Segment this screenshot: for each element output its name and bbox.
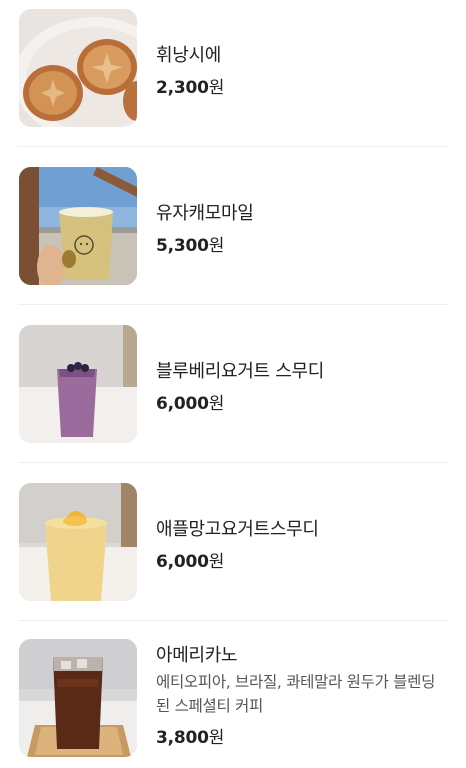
menu-item-price: 3,800원 <box>156 723 224 748</box>
price-unit: 원 <box>208 236 225 256</box>
menu-item-blueberry-smoothie[interactable]: 블루베리요거트 스무디 6,000원 <box>0 316 466 474</box>
menu-item-price: 2,300원 <box>156 73 224 98</box>
menu-item-mango-smoothie[interactable]: 애플망고요거트스무디 6,000원 <box>0 474 466 632</box>
mango-smoothie-photo <box>19 483 137 601</box>
menu-item-description: 에티오피아, 브라질, 콰테말라 원두가 블렌딩된 스페셜티 커피 <box>156 673 436 715</box>
menu-item-financier[interactable]: 휘낭시에 2,300원 <box>0 0 466 158</box>
menu-item-image <box>19 325 137 443</box>
price-unit: 원 <box>208 552 225 572</box>
menu-item-name: 유자캐모마일 <box>156 203 254 224</box>
yuzu-chamomile-photo <box>19 167 137 285</box>
price-unit: 원 <box>208 394 225 414</box>
menu-item-price: 5,300원 <box>156 231 224 256</box>
menu-item-name: 휘낭시에 <box>156 45 222 66</box>
price-value: 3,800 <box>156 728 209 748</box>
price-value: 5,300 <box>156 236 209 256</box>
financier-photo <box>19 9 137 127</box>
blueberry-smoothie-photo <box>19 325 137 443</box>
menu-item-name: 블루베리요거트 스무디 <box>156 361 325 382</box>
menu-item-image <box>19 483 137 601</box>
menu-item-americano[interactable]: 아메리카노 에티오피아, 브라질, 콰테말라 원두가 블렌딩된 스페셜티 커피 … <box>0 632 466 768</box>
americano-photo <box>19 639 137 757</box>
divider <box>18 146 448 147</box>
menu-item-image <box>19 639 137 757</box>
divider <box>18 304 448 305</box>
menu-item-price: 6,000원 <box>156 389 224 414</box>
price-value: 6,000 <box>156 552 209 572</box>
price-unit: 원 <box>208 78 225 98</box>
menu-item-yuzu-chamomile[interactable]: 유자캐모마일 5,300원 <box>0 158 466 316</box>
menu-item-image <box>19 167 137 285</box>
menu-item-name: 아메리카노 <box>156 645 238 666</box>
menu-item-image <box>19 9 137 127</box>
price-value: 2,300 <box>156 78 209 98</box>
price-unit: 원 <box>208 728 225 748</box>
menu-item-name: 애플망고요거트스무디 <box>156 519 319 540</box>
price-value: 6,000 <box>156 394 209 414</box>
divider <box>18 620 448 621</box>
menu-item-price: 6,000원 <box>156 547 224 572</box>
divider <box>18 462 448 463</box>
